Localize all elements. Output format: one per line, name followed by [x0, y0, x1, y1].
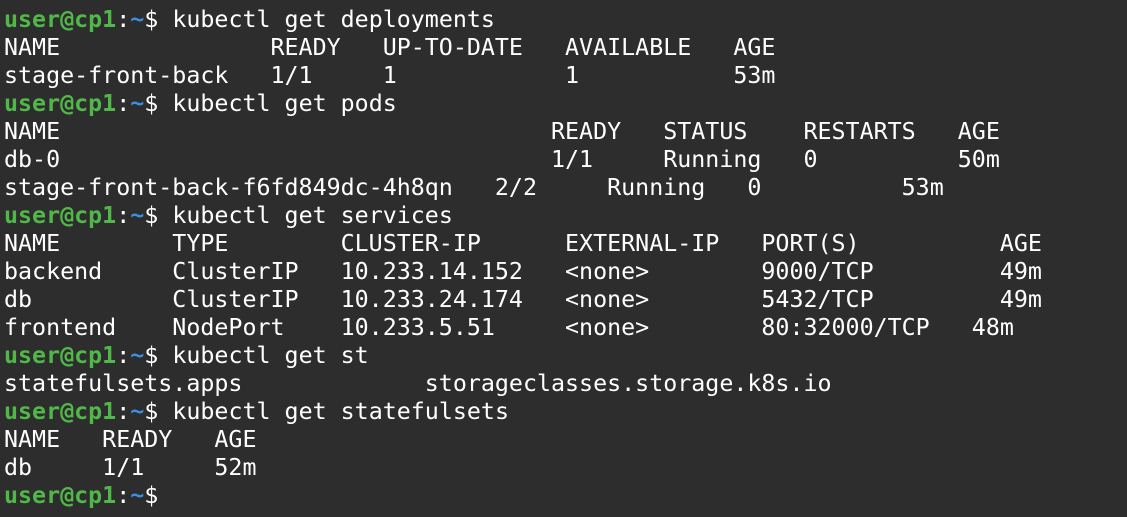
prompt-symbol: $	[144, 6, 173, 33]
prompt-user-host: user@cp1	[4, 6, 117, 33]
output-text: statefulsets.apps storageclasses.storage…	[4, 370, 832, 397]
output-text: db 1/1 52m	[4, 454, 257, 481]
output-line: NAME READY AGE	[4, 426, 1127, 454]
prompt-separator: :	[116, 482, 131, 509]
prompt-symbol: $	[144, 90, 173, 117]
output-text: NAME READY STATUS RESTARTS AGE	[4, 118, 1000, 145]
output-line: stage-front-back 1/1 1 1 53m	[4, 62, 1127, 90]
prompt-user-host: user@cp1	[4, 90, 117, 117]
output-line: stage-front-back-f6fd849dc-4h8qn 2/2 Run…	[4, 174, 1127, 202]
output-line: db ClusterIP 10.233.24.174 <none> 5432/T…	[4, 286, 1127, 314]
output-text: stage-front-back 1/1 1 1 53m	[4, 62, 776, 89]
prompt-line: user@cp1:~$ kubectl get st	[4, 342, 1127, 370]
prompt-path: ~	[130, 202, 145, 229]
prompt-path: ~	[130, 90, 145, 117]
output-text: db-0 1/1 Running 0 50m	[4, 146, 1000, 173]
prompt-symbol: $	[144, 342, 173, 369]
prompt-user-host: user@cp1	[4, 342, 117, 369]
prompt-line: user@cp1:~$ kubectl get services	[4, 202, 1127, 230]
prompt-user-host: user@cp1	[4, 202, 117, 229]
command-text: kubectl get st	[172, 342, 369, 369]
command-text: kubectl get pods	[172, 90, 397, 117]
prompt-path: ~	[130, 6, 145, 33]
command-text: kubectl get deployments	[172, 6, 495, 33]
prompt-separator: :	[116, 6, 131, 33]
prompt-separator: :	[116, 398, 131, 425]
output-line: NAME TYPE CLUSTER-IP EXTERNAL-IP PORT(S)…	[4, 230, 1127, 258]
output-text: NAME READY UP-TO-DATE AVAILABLE AGE	[4, 34, 776, 61]
terminal-window[interactable]: user@cp1:~$ kubectl get deployments NAME …	[0, 0, 1127, 517]
prompt-user-host: user@cp1	[4, 482, 117, 509]
prompt-separator: :	[116, 202, 131, 229]
output-line: backend ClusterIP 10.233.14.152 <none> 9…	[4, 258, 1127, 286]
output-line: statefulsets.apps storageclasses.storage…	[4, 370, 1127, 398]
output-text: NAME TYPE CLUSTER-IP EXTERNAL-IP PORT(S)…	[4, 230, 1042, 257]
prompt-path: ~	[130, 342, 145, 369]
output-text: db ClusterIP 10.233.24.174 <none> 5432/T…	[4, 286, 1042, 313]
output-text: NAME READY AGE	[4, 426, 257, 453]
output-line: db 1/1 52m	[4, 454, 1127, 482]
prompt-separator: :	[116, 90, 131, 117]
prompt-symbol: $	[144, 482, 159, 509]
output-text: stage-front-back-f6fd849dc-4h8qn 2/2 Run…	[4, 174, 944, 201]
output-line: frontend NodePort 10.233.5.51 <none> 80:…	[4, 314, 1127, 342]
prompt-line: user@cp1:~$	[4, 482, 1127, 510]
output-text: backend ClusterIP 10.233.14.152 <none> 9…	[4, 258, 1042, 285]
output-text: frontend NodePort 10.233.5.51 <none> 80:…	[4, 314, 1014, 341]
prompt-separator: :	[116, 342, 131, 369]
prompt-path: ~	[130, 482, 145, 509]
prompt-user-host: user@cp1	[4, 398, 117, 425]
prompt-symbol: $	[144, 202, 173, 229]
output-line: NAME READY UP-TO-DATE AVAILABLE AGE	[4, 34, 1127, 62]
output-line: db-0 1/1 Running 0 50m	[4, 146, 1127, 174]
prompt-line: user@cp1:~$ kubectl get deployments	[4, 6, 1127, 34]
prompt-symbol: $	[144, 398, 173, 425]
prompt-path: ~	[130, 398, 145, 425]
prompt-line: user@cp1:~$ kubectl get pods	[4, 90, 1127, 118]
command-text: kubectl get statefulsets	[172, 398, 509, 425]
output-line: NAME READY STATUS RESTARTS AGE	[4, 118, 1127, 146]
prompt-line: user@cp1:~$ kubectl get statefulsets	[4, 398, 1127, 426]
command-text: kubectl get services	[172, 202, 453, 229]
